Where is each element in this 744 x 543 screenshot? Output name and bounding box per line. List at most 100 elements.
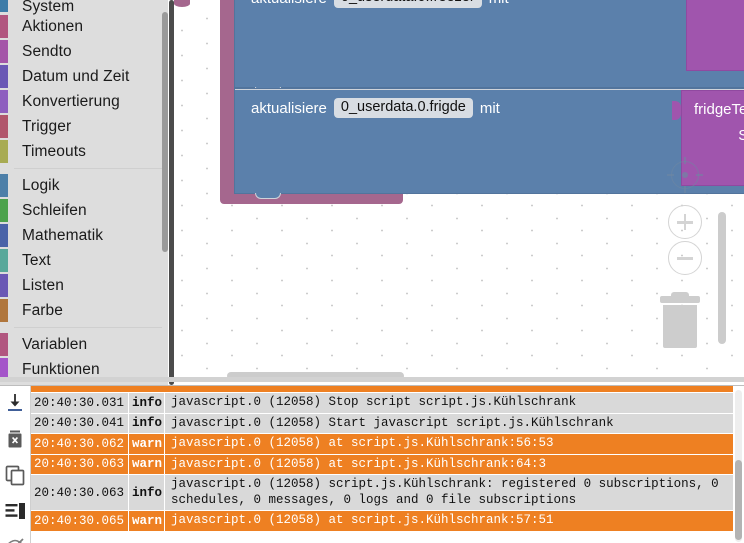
log-row[interactable]: 20:40:30.062 warn javascript.0 (12058) at … <box>31 434 733 455</box>
zoom-reset-icon[interactable] <box>667 157 703 193</box>
sidebar-item-sendto[interactable]: Sendto <box>0 39 168 64</box>
sidebar-item-variablen[interactable]: Variablen <box>0 332 168 357</box>
log-message: javascript.0 (12058) at script.js.Kühlsc… <box>171 513 554 527</box>
blockly-toolbox[interactable]: System Aktionen Sendto Datum und Zeit Konver… <box>0 0 168 385</box>
log-message: javascript.0 (12058) Start javascript sc… <box>171 415 614 430</box>
log-timestamp: 20:40:30.031 <box>31 393 129 413</box>
log-timestamp: 20:40:30.062 <box>31 434 129 454</box>
toolbox-scrollbar-thumb[interactable] <box>162 12 168 252</box>
sidebar-item-mathematik[interactable]: Mathematik <box>0 223 168 248</box>
category-color-swatch <box>0 174 8 197</box>
sidebar-item-label: Funktionen <box>22 360 100 378</box>
sidebar-item-schleifen[interactable]: Schleifen <box>0 198 168 223</box>
sidebar-item-listen[interactable]: Listen <box>0 273 168 298</box>
blockly-workspace[interactable]: aktualisiere 0_userdata.0.freezer mit fr… <box>174 0 744 385</box>
sidebar-item-datum-und-zeit[interactable]: Datum und Zeit <box>0 64 168 89</box>
trashcan-lid <box>660 296 700 303</box>
log-row[interactable]: 20:40:30.031 info javascript.0 (12058) Sto… <box>31 393 733 414</box>
delete-log-icon[interactable] <box>4 428 26 450</box>
sidebar-item-label: Sendto <box>22 42 72 60</box>
toolbox-scrollbar[interactable] <box>162 0 168 385</box>
sidebar-item-label: Timeouts <box>22 142 86 160</box>
toolbox-separator <box>0 164 168 173</box>
log-row[interactable]: 20:40:30.041 info javascript.0 (12058) Sta… <box>31 413 733 434</box>
log-message: javascript.0 (12058) at script.js.Kühlsc… <box>171 456 547 471</box>
zoom-reset-tick-left <box>667 174 674 176</box>
log-timestamp: 20:40:30.041 <box>31 413 129 433</box>
log-timestamp: 20:40:30.063 <box>31 454 129 474</box>
zoom-reset-tick-right <box>696 174 703 176</box>
category-color-swatch <box>0 15 8 38</box>
category-color-swatch <box>0 224 8 247</box>
sidebar-item-timeouts[interactable]: Timeouts <box>0 139 168 164</box>
sidebar-item-label: Farbe <box>22 301 63 319</box>
sidebar-item-text[interactable]: Text <box>0 248 168 273</box>
zoom-reset-dot <box>682 172 688 178</box>
zoom-in-button[interactable] <box>668 205 702 239</box>
download-icon[interactable] <box>4 392 26 414</box>
category-color-swatch <box>0 140 8 163</box>
value-input-tab-fridge <box>672 101 681 120</box>
log-table[interactable]: 20:40:30.031 info javascript.0 (12058) Sto… <box>31 386 733 543</box>
block-with-label: mit <box>489 0 509 7</box>
category-color-swatch <box>0 40 8 63</box>
block-function-freezerTemp[interactable]: freezerTemp mit: SearchStr <box>686 0 744 71</box>
sidebar-item-label: Logik <box>22 176 60 194</box>
log-scrollbar-thumb[interactable] <box>735 460 742 540</box>
sidebar-item-konvertierung[interactable]: Konvertierung <box>0 89 168 114</box>
log-message: javascript.0 (12058) Stop script script.… <box>171 395 577 409</box>
zoom-controls[interactable] <box>668 205 702 277</box>
object-id-field-fridge[interactable]: 0_userdata.0.frigde <box>333 98 473 118</box>
log-row-list: 20:40:30.031 info javascript.0 (12058) Sto… <box>31 393 733 532</box>
function-param-label: SearchStr <box>738 127 744 144</box>
function-name-label: fridgeTemp <box>694 101 744 118</box>
list-format-icon[interactable] <box>4 500 26 522</box>
zoom-reset-tick-top <box>684 157 686 164</box>
plus-icon-vertical <box>683 214 687 230</box>
category-color-swatch <box>0 333 8 356</box>
sidebar-item-farbe[interactable]: Farbe <box>0 298 168 323</box>
log-severity: warn <box>129 454 165 474</box>
log-row-partial-clipped <box>31 386 733 393</box>
block-with-label: mit <box>479 99 500 117</box>
category-color-swatch <box>0 90 8 113</box>
workspace-bottom-strip-left <box>0 377 174 382</box>
toolbox-separator <box>0 323 168 332</box>
log-severity: info <box>129 413 165 433</box>
sidebar-item-label: Mathematik <box>22 226 104 244</box>
sidebar-item-label: Konvertierung <box>22 92 120 110</box>
log-row[interactable]: 20:40:30.063 warn javascript.0 (12058) at … <box>31 454 733 475</box>
iobroker-blockly-editor: System Aktionen Sendto Datum und Zeit Konver… <box>0 0 744 543</box>
sidebar-item-label: Variablen <box>22 335 88 353</box>
parent-block-bottom-notch <box>174 0 190 7</box>
sidebar-item-label: Trigger <box>22 117 72 135</box>
category-color-swatch <box>0 249 8 272</box>
sidebar-item-trigger[interactable]: Trigger <box>0 114 168 139</box>
block-update-freezer[interactable]: aktualisiere 0_userdata.0.freezer mit <box>234 0 744 93</box>
sidebar-item-system[interactable]: System <box>0 0 168 15</box>
category-color-swatch <box>0 115 8 138</box>
sidebar-item-label: Schleifen <box>22 201 87 219</box>
sidebar-item-logik[interactable]: Logik <box>0 173 168 198</box>
log-timestamp: 20:40:30.065 <box>31 511 129 531</box>
copy-icon[interactable] <box>4 464 26 486</box>
trashcan-icon[interactable] <box>660 292 700 348</box>
zoom-out-button[interactable] <box>668 241 702 275</box>
category-color-swatch <box>0 199 8 222</box>
editor-top-area: System Aktionen Sendto Datum und Zeit Konver… <box>0 0 744 385</box>
sidebar-item-label: Datum und Zeit <box>22 67 130 85</box>
category-color-swatch <box>0 0 8 12</box>
log-timestamp: 20:40:30.063 <box>31 475 129 510</box>
block-verb-label: aktualisiere <box>251 0 327 7</box>
log-message: javascript.0 (12058) at script.js.Kühlsc… <box>171 436 554 450</box>
sidebar-item-aktionen[interactable]: Aktionen <box>0 14 168 39</box>
block-connector-bump <box>255 193 281 199</box>
log-row[interactable]: 20:40:30.065 warn javascript.0 (12058) at … <box>31 511 733 532</box>
workspace-vertical-scrollbar[interactable] <box>718 212 726 344</box>
object-id-field-freezer[interactable]: 0_userdata.0.freezer <box>333 0 482 8</box>
sidebar-item-label: Listen <box>22 276 64 294</box>
block-seam <box>235 89 744 90</box>
hide-log-icon[interactable] <box>4 536 26 543</box>
log-row[interactable]: 20:40:30.063 info javascript.0 (12058) scr… <box>31 475 733 511</box>
workspace-bottom-strip-right <box>174 377 744 382</box>
